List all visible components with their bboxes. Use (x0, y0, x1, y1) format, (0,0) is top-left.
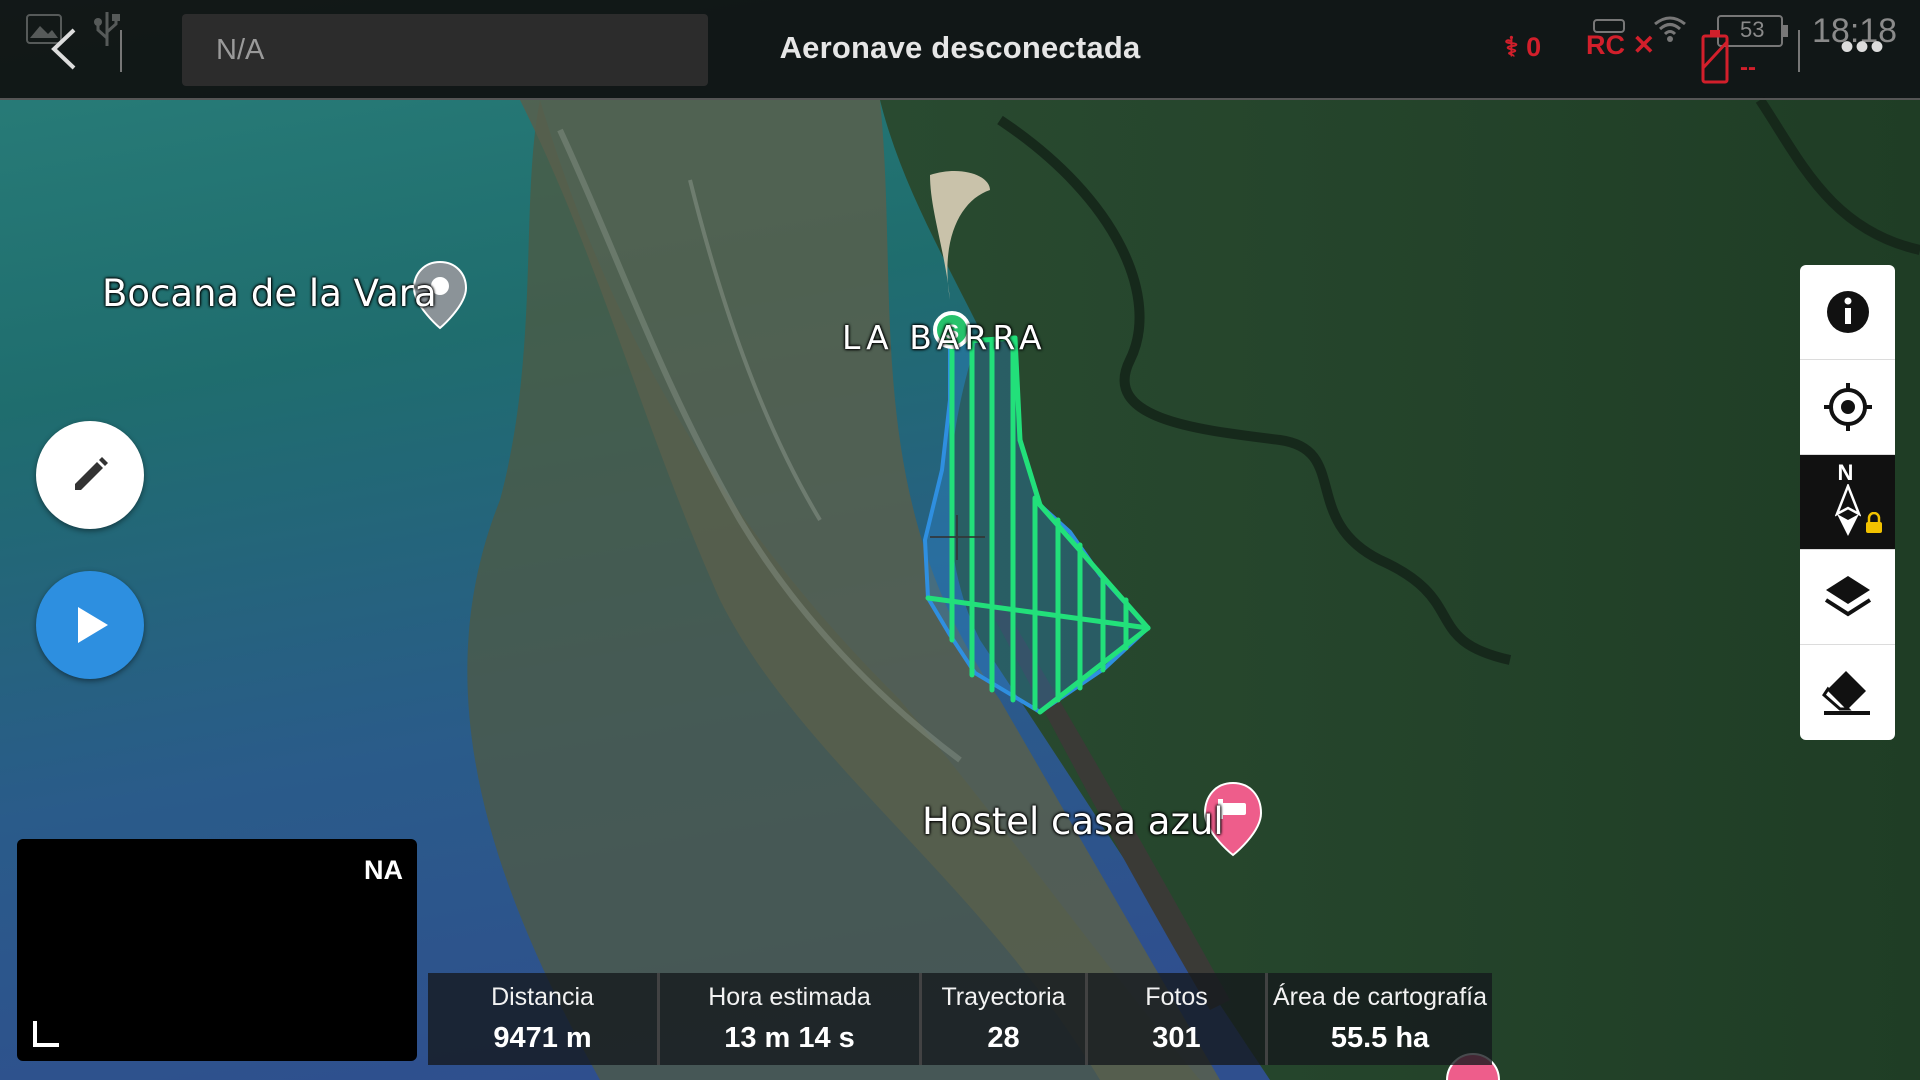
compass-needle-icon (1834, 484, 1861, 536)
battery-text: -- (1740, 54, 1756, 81)
mission-stats-bar: Distancia 9471 m Hora estimada 13 m 14 s… (428, 973, 1492, 1065)
map-tool-panel: N (1800, 265, 1895, 740)
aircraft-signal-value: 0 (1526, 32, 1542, 62)
stat-value: 9471 m (493, 1022, 592, 1054)
drone-disconnected-icon: ⚕ (1504, 32, 1519, 62)
rc-status: RC ✕ (1586, 30, 1655, 61)
usb-icon (94, 12, 120, 46)
stat-mapping-area: Área de cartografía 55.5 ha (1268, 973, 1492, 1065)
stat-label: Hora estimada (708, 983, 871, 1011)
compass-lock-button[interactable]: N (1800, 455, 1895, 550)
stat-photos: Fotos 301 (1088, 973, 1268, 1065)
map-label-la-barra: LA BARRA (842, 318, 1047, 357)
map-label-bocana: Bocana de la Vara (102, 272, 437, 315)
info-icon (1826, 291, 1869, 333)
stat-distance: Distancia 9471 m (428, 973, 660, 1065)
battery-status: 53 -- (1700, 14, 1790, 86)
stat-value: 301 (1152, 1022, 1201, 1054)
compass-north-label: N (1837, 460, 1854, 485)
start-mission-button[interactable] (36, 571, 144, 679)
divider (1798, 30, 1800, 72)
map-layers-button[interactable] (1800, 550, 1895, 645)
locate-icon (1823, 383, 1872, 431)
rc-label: RC (1586, 30, 1625, 60)
stat-value: 13 m 14 s (724, 1022, 855, 1054)
map-label-hostel: Hostel casa azul (922, 800, 1224, 843)
layers-icon (1824, 576, 1871, 617)
stat-value: 28 (987, 1022, 1020, 1054)
controller-icon (1593, 19, 1625, 33)
camera-preview-status: NA (364, 855, 403, 885)
mission-name-value: N/A (216, 34, 265, 66)
stat-value: 55.5 ha (1330, 1022, 1430, 1054)
stat-label: Trayectoria (941, 983, 1066, 1011)
battery-level: 53 (1740, 17, 1765, 42)
aircraft-battery-icon (1701, 30, 1729, 84)
divider (120, 30, 122, 72)
stat-label: Fotos (1145, 983, 1208, 1011)
aircraft-signal: ⚕ 0 (1504, 32, 1541, 63)
connection-status-title: Aeronave desconectada (779, 30, 1141, 65)
lock-icon (1865, 512, 1882, 533)
back-chevron-left-icon[interactable] (42, 24, 92, 74)
pencil-icon (75, 457, 108, 490)
stat-label: Área de cartografía (1272, 983, 1487, 1011)
expand-corner-icon[interactable] (31, 1019, 61, 1049)
more-options-icon[interactable]: ••• (1840, 27, 1885, 67)
edit-button[interactable] (36, 421, 144, 529)
mission-name-field[interactable]: N/A (182, 14, 708, 86)
info-button[interactable] (1800, 265, 1895, 360)
clear-button[interactable] (1800, 645, 1895, 739)
stat-estimated-time: Hora estimada 13 m 14 s (660, 973, 922, 1065)
eraser-icon (1821, 671, 1870, 715)
top-status-bar: N/A Aeronave desconectada ⚕ 0 RC ✕ 53 --… (0, 0, 1920, 100)
locate-button[interactable] (1800, 360, 1895, 455)
stat-trajectory: Trayectoria 28 (922, 973, 1088, 1065)
camera-preview-window[interactable]: NA (17, 839, 417, 1061)
stat-label: Distancia (491, 983, 594, 1011)
wifi-icon (1654, 16, 1686, 42)
play-icon (78, 607, 108, 643)
